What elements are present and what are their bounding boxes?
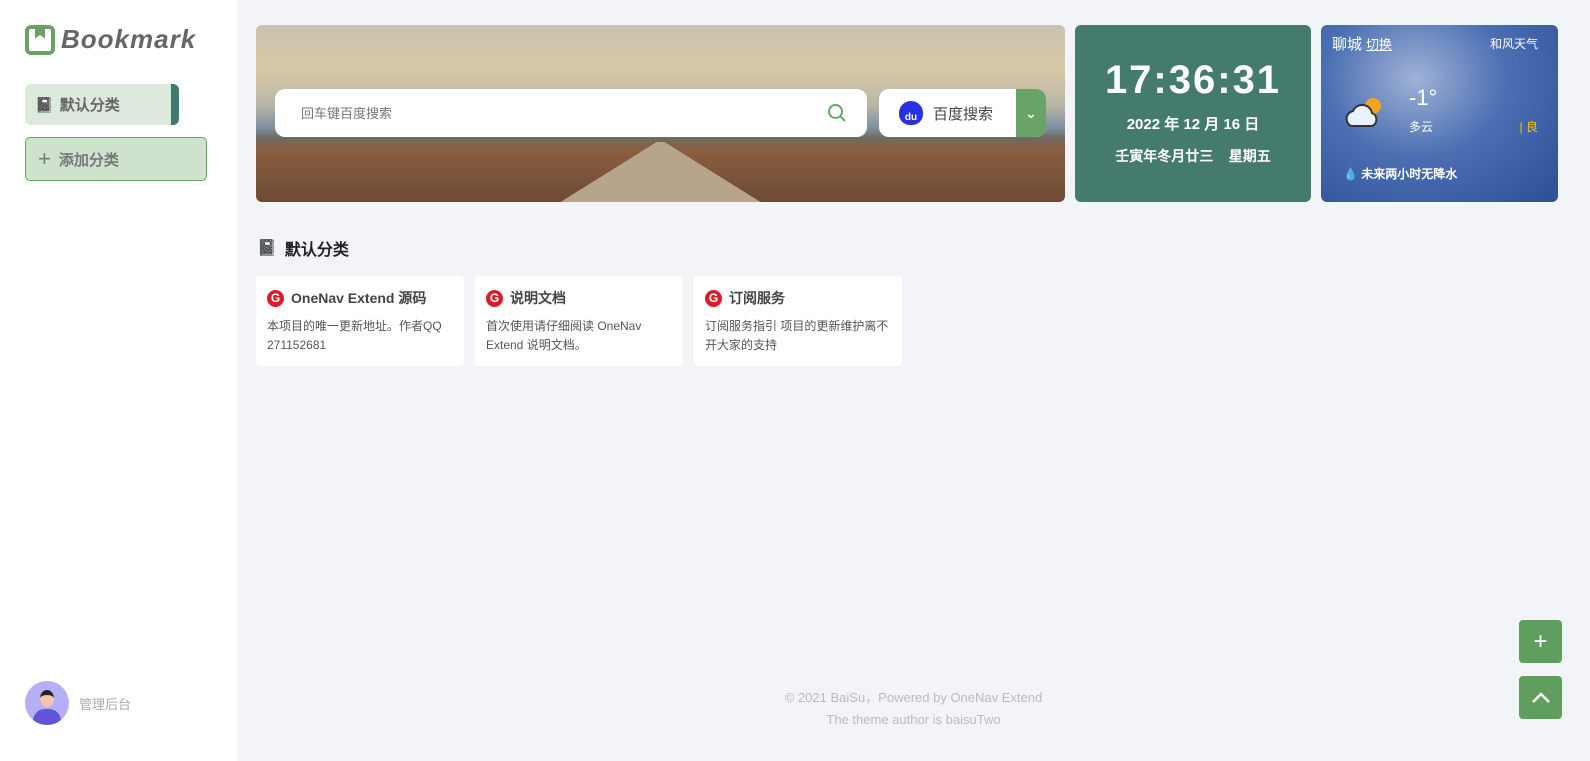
raindrop-icon: 💧 [1343, 167, 1358, 181]
footer: © 2021 BaiSu，Powered by OneNav Extend Th… [237, 687, 1590, 731]
plus-icon: + [38, 146, 51, 171]
link-title: 说明文档 [510, 290, 566, 306]
search-icon[interactable] [827, 103, 847, 123]
edit-handle[interactable] [171, 84, 179, 125]
search-box [275, 89, 867, 137]
search-engine-label: 百度搜索 [933, 105, 994, 123]
book-icon: 📓 [35, 96, 54, 114]
search-banner: du 百度搜索 ⌄ [256, 25, 1065, 202]
clock-date: 2022 年 12 月 16 日 [1126, 116, 1260, 133]
clock-time: 17:36:31 [1104, 58, 1282, 102]
chevron-down-icon[interactable]: ⌄ [1016, 89, 1046, 137]
book-icon: 📓 [257, 240, 277, 257]
add-category-label: 添加分类 [58, 151, 119, 169]
search-input[interactable] [301, 105, 801, 121]
plus-icon: + [1533, 627, 1548, 655]
weather-temp: -1° [1409, 85, 1438, 110]
link-card[interactable]: G 订阅服务 订阅服务指引 项目的更新维护离不开大家的支持 [694, 276, 902, 366]
weather-city: 聊城 [1332, 36, 1363, 53]
link-cards: G OneNav Extend 源码 本项目的唯一更新地址。作者QQ 271152… [256, 276, 902, 366]
logo[interactable]: Bookmark [25, 24, 196, 55]
add-link-button[interactable]: + [1519, 620, 1562, 663]
link-desc: 首次使用请仔细阅读 OneNav Extend 说明文档。 [486, 319, 642, 352]
site-favicon-icon: G [705, 289, 722, 307]
link-title: OneNav Extend 源码 [291, 290, 427, 306]
section-title-text: 默认分类 [284, 242, 349, 259]
search-engine-select[interactable]: du 百度搜索 ⌄ [879, 89, 1046, 137]
site-favicon-icon: G [486, 289, 503, 307]
sidebar-item-label: 默认分类 [59, 97, 120, 114]
weather-desc: 多云 [1409, 120, 1434, 134]
air-quality: | 良 [1519, 120, 1538, 134]
bookmark-icon [25, 24, 55, 55]
add-category-button[interactable]: + 添加分类 [25, 137, 207, 181]
avatar [25, 681, 69, 725]
admin-link[interactable]: 管理后台 [25, 681, 131, 725]
logo-text: Bookmark [61, 24, 197, 54]
sidebar-item-default-category[interactable]: 📓 默认分类 [25, 84, 179, 125]
clock-widget: 17:36:31 2022 年 12 月 16 日 壬寅年冬月廿三 星期五 [1075, 25, 1311, 202]
admin-label: 管理后台 [79, 696, 132, 712]
lunar-date: 壬寅年冬月廿三 [1115, 148, 1214, 164]
link-title: 订阅服务 [729, 290, 785, 306]
section-title: 📓 默认分类 [257, 236, 349, 260]
footer-copyright: © 2021 BaiSu，Powered by OneNav Extend [784, 690, 1043, 705]
chevron-up-icon [1531, 691, 1550, 703]
back-to-top-button[interactable] [1519, 676, 1562, 719]
sidebar: Bookmark 📓 默认分类 + 添加分类 管理后台 [0, 0, 237, 761]
baidu-icon: du [899, 101, 923, 125]
link-desc: 订阅服务指引 项目的更新维护离不开大家的支持 [705, 319, 889, 352]
weekday: 星期五 [1228, 148, 1271, 164]
weather-widget: 聊城 切换 和风天气 -1° 多云 | 良 💧 未来两小时无降水 [1321, 25, 1558, 202]
partly-cloudy-icon [1345, 98, 1381, 127]
rain-forecast: 💧 未来两小时无降水 [1343, 167, 1458, 181]
link-desc: 本项目的唯一更新地址。作者QQ 271152681 [267, 319, 442, 352]
site-favicon-icon: G [267, 289, 284, 307]
link-card[interactable]: G OneNav Extend 源码 本项目的唯一更新地址。作者QQ 271152… [256, 276, 464, 366]
switch-city-link[interactable]: 切换 [1366, 37, 1392, 52]
weather-source[interactable]: 和风天气 [1490, 35, 1538, 52]
footer-author: The theme author is baisuTwo [826, 712, 1001, 727]
road-image [560, 142, 761, 202]
link-card[interactable]: G 说明文档 首次使用请仔细阅读 OneNav Extend 说明文档。 [475, 276, 683, 366]
